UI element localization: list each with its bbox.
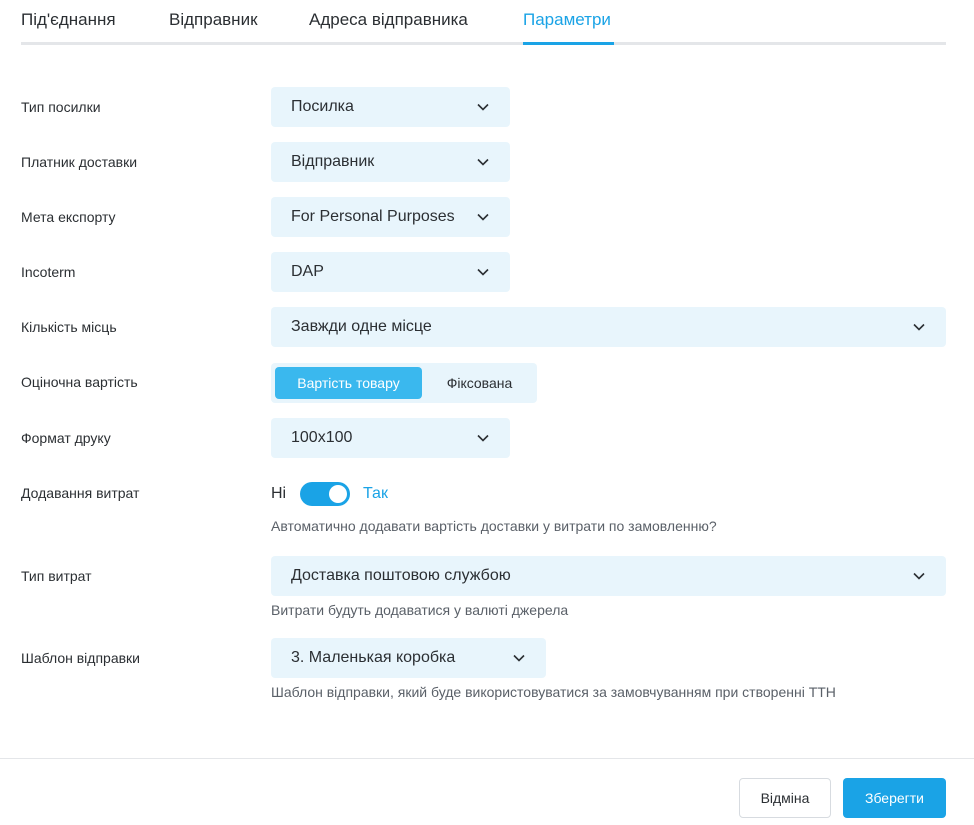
shipment-template-label: Шаблон відправки: [21, 650, 140, 666]
delivery-payer-value: Відправник: [291, 153, 375, 170]
delivery-payer-label: Платник доставки: [21, 154, 138, 170]
add-expenses-toggle[interactable]: [300, 482, 350, 506]
parcel-type-label: Тип посилки: [21, 99, 101, 115]
print-format-label: Формат друку: [21, 430, 111, 446]
incoterm-value: DAP: [291, 263, 324, 280]
chevron-down-icon: [476, 100, 490, 114]
chevron-down-icon: [912, 569, 926, 583]
footer-divider: [0, 758, 974, 759]
incoterm-label: Incoterm: [21, 264, 76, 280]
export-purpose-label: Мета експорту: [21, 209, 116, 225]
parcel-type-value: Посилка: [291, 98, 354, 115]
places-count-select[interactable]: Завжди одне місце: [271, 307, 946, 347]
cancel-button[interactable]: Відміна: [739, 778, 831, 818]
parcel-type-select[interactable]: Посилка: [271, 87, 510, 127]
add-expenses-label: Додавання витрат: [21, 485, 140, 501]
shipment-template-hint: Шаблон відправки, який буде використовув…: [271, 684, 836, 700]
incoterm-select[interactable]: DAP: [271, 252, 510, 292]
places-count-value: Завжди одне місце: [291, 318, 432, 335]
expense-type-value: Доставка поштовою службою: [291, 567, 511, 584]
tab-bar-divider: [21, 42, 946, 45]
tab-bar: Під'єднання Відправник Адреса відправник…: [21, 0, 946, 45]
chevron-down-icon: [476, 210, 490, 224]
segment-fixed[interactable]: Фіксована: [422, 367, 537, 399]
active-tab-indicator: [523, 42, 614, 45]
chevron-down-icon: [912, 320, 926, 334]
toggle-off-label: Ні: [271, 485, 287, 502]
places-count-label: Кількість місць: [21, 319, 117, 335]
toggle-on-label: Так: [363, 485, 388, 502]
expense-type-select[interactable]: Доставка поштовою службою: [271, 556, 946, 596]
save-button[interactable]: Зберегти: [843, 778, 946, 818]
shipment-template-select[interactable]: 3. Маленькая коробка: [271, 638, 546, 678]
add-expenses-hint: Автоматично додавати вартість доставки у…: [271, 518, 717, 534]
tab-sender[interactable]: Відправник: [169, 10, 258, 30]
export-purpose-value: For Personal Purposes: [291, 208, 455, 225]
toggle-knob: [329, 485, 347, 503]
tab-connection[interactable]: Під'єднання: [21, 10, 116, 30]
tab-parameters[interactable]: Параметри: [523, 10, 611, 30]
segment-item-value[interactable]: Вартість товару: [275, 367, 422, 399]
expense-type-label: Тип витрат: [21, 568, 92, 584]
delivery-payer-select[interactable]: Відправник: [271, 142, 510, 182]
tab-sender-address[interactable]: Адреса відправника: [309, 10, 468, 30]
shipment-template-value: 3. Маленькая коробка: [291, 649, 456, 666]
declared-value-segmented: Вартість товару Фіксована: [271, 363, 537, 403]
print-format-select[interactable]: 100x100: [271, 418, 510, 458]
chevron-down-icon: [512, 651, 526, 665]
declared-value-label: Оціночна вартість: [21, 374, 138, 390]
print-format-value: 100x100: [291, 429, 353, 446]
chevron-down-icon: [476, 155, 490, 169]
chevron-down-icon: [476, 431, 490, 445]
chevron-down-icon: [476, 265, 490, 279]
export-purpose-select[interactable]: For Personal Purposes: [271, 197, 510, 237]
expense-type-hint: Витрати будуть додаватися у валюті джере…: [271, 602, 569, 618]
